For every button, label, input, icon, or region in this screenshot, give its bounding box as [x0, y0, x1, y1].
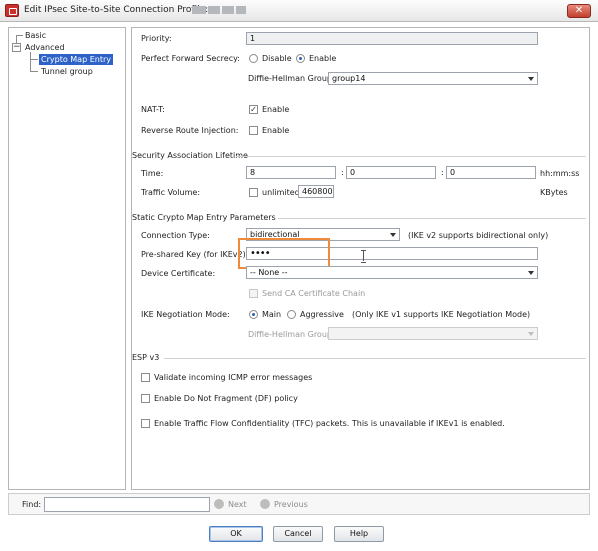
ike-dh-group-select[interactable]	[328, 327, 538, 340]
tree-connector	[30, 71, 38, 72]
traffic-volume-label: Traffic Volume:	[141, 188, 201, 197]
tree-item-tunnel-group[interactable]: Tunnel group	[39, 66, 95, 77]
df-policy-label: Enable Do Not Fragment (DF) policy	[154, 394, 298, 403]
priority-label: Priority:	[141, 34, 172, 43]
pfs-label: Perfect Forward Secrecy:	[141, 54, 240, 63]
ok-button[interactable]: OK	[209, 526, 263, 542]
ike-mode-note: (Only IKE v1 supports IKE Negotiation Mo…	[352, 310, 531, 319]
find-next-button[interactable]: Next	[228, 500, 247, 509]
tree-connector	[30, 52, 31, 72]
validate-icmp-checkbox[interactable]	[141, 373, 150, 382]
time-separator: :	[341, 168, 344, 177]
redacted-name	[192, 6, 206, 14]
help-button[interactable]: Help	[334, 526, 384, 542]
connection-type-note: (IKE v2 supports bidirectional only)	[408, 231, 549, 240]
traffic-unit-label: KBytes	[540, 188, 568, 197]
section-divider	[236, 156, 586, 157]
df-policy-checkbox[interactable]	[141, 394, 150, 403]
sa-lifetime-heading: Security Association Lifetime	[132, 151, 248, 160]
rri-enable-label: Enable	[262, 126, 290, 135]
dh-group-select[interactable]: group14	[328, 72, 538, 85]
redacted-name	[208, 6, 220, 14]
natt-checkbox[interactable]: ✓	[249, 105, 258, 114]
unlimited-checkbox[interactable]	[249, 188, 258, 197]
traffic-volume-field[interactable]: 4608000	[298, 185, 334, 198]
hours-field[interactable]: 8	[246, 166, 336, 179]
send-ca-chain-checkbox[interactable]	[249, 289, 258, 298]
chevron-down-icon	[528, 77, 534, 81]
unlimited-label: unlimited	[262, 188, 300, 197]
dh-group-label: Diffie-Hellman Group:	[248, 74, 335, 83]
tfc-checkbox[interactable]	[141, 419, 150, 428]
annotation-highlight-box	[238, 238, 330, 269]
tree-item-basic[interactable]: Basic	[23, 30, 48, 41]
crypto-map-panel: Priority: 1 Perfect Forward Secrecy: Dis…	[131, 27, 590, 490]
cancel-button[interactable]: Cancel	[273, 526, 323, 542]
natt-label: NAT-T:	[141, 105, 165, 114]
section-divider	[278, 218, 586, 219]
app-icon	[5, 4, 19, 17]
connection-type-label: Connection Type:	[141, 231, 210, 240]
time-separator: :	[441, 168, 444, 177]
redacted-name	[222, 6, 234, 14]
next-icon	[214, 499, 224, 509]
close-button[interactable]: ✕	[567, 4, 591, 18]
rri-checkbox[interactable]	[249, 126, 258, 135]
redacted-name	[236, 6, 246, 14]
find-bar: Find: Next Previous	[8, 493, 590, 515]
static-params-heading: Static Crypto Map Entry Parameters	[132, 213, 276, 222]
tree-connector	[30, 59, 38, 60]
ike-dh-group-label: Diffie-Hellman Group:	[248, 330, 335, 339]
previous-icon	[260, 499, 270, 509]
validate-icmp-label: Validate incoming ICMP error messages	[154, 373, 313, 382]
minutes-field[interactable]: 0	[346, 166, 436, 179]
ike-aggressive-radio[interactable]	[287, 310, 296, 319]
section-divider	[164, 358, 586, 359]
seconds-field[interactable]: 0	[446, 166, 536, 179]
tree-item-crypto-map-entry[interactable]: Crypto Map Entry	[39, 54, 113, 65]
find-previous-button[interactable]: Previous	[274, 500, 308, 509]
find-label: Find:	[22, 500, 42, 509]
ike-main-radio[interactable]	[249, 310, 258, 319]
find-input[interactable]	[44, 497, 210, 512]
window-title: Edit IPsec Site-to-Site Connection Profi…	[24, 5, 209, 15]
ike-main-label: Main	[262, 310, 282, 319]
pfs-disable-label: Disable	[262, 54, 292, 63]
device-certificate-value: -- None --	[250, 268, 288, 277]
chevron-down-icon	[390, 233, 396, 237]
priority-field[interactable]: 1	[246, 32, 538, 45]
navigation-tree: Basic − Advanced Crypto Map Entry Tunnel…	[8, 27, 126, 490]
time-unit-label: hh:mm:ss	[540, 169, 580, 178]
device-certificate-label: Device Certificate:	[141, 269, 216, 278]
collapse-icon[interactable]: −	[12, 43, 21, 52]
ike-aggressive-label: Aggressive	[300, 310, 344, 319]
rri-label: Reverse Route Injection:	[141, 126, 239, 135]
send-ca-chain-label: Send CA Certificate Chain	[262, 289, 366, 298]
ike-mode-label: IKE Negotiation Mode:	[141, 310, 230, 319]
esp-v3-heading: ESP v3	[132, 353, 160, 362]
pfs-enable-radio[interactable]	[296, 54, 305, 63]
tfc-label: Enable Traffic Flow Confidentiality (TFC…	[154, 419, 505, 428]
text-cursor-icon	[360, 250, 367, 263]
chevron-down-icon	[528, 332, 534, 336]
dh-group-value: group14	[332, 74, 366, 83]
title-bar: Edit IPsec Site-to-Site Connection Profi…	[0, 0, 598, 22]
psk-label: Pre-shared Key (for IKEv2):	[141, 250, 249, 259]
pfs-enable-label: Enable	[309, 54, 337, 63]
natt-enable-label: Enable	[262, 105, 290, 114]
tree-connector	[16, 35, 23, 36]
time-label: Time:	[141, 169, 164, 178]
device-certificate-select[interactable]: -- None --	[246, 266, 538, 279]
pfs-disable-radio[interactable]	[249, 54, 258, 63]
chevron-down-icon	[528, 271, 534, 275]
